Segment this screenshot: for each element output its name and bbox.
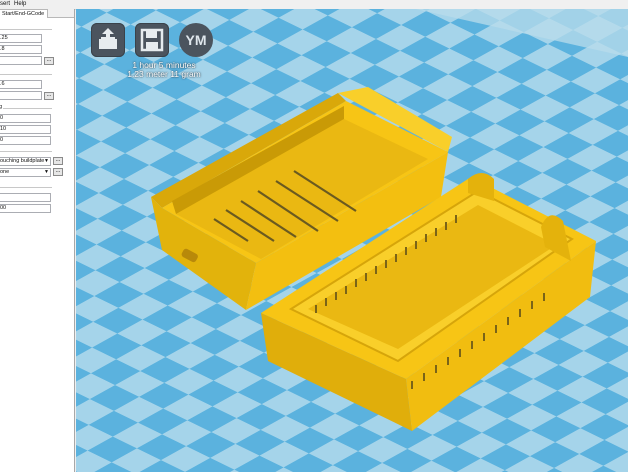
- separator: [0, 74, 52, 75]
- section-label: g: [0, 104, 2, 110]
- chevron-down-icon: ▼: [44, 169, 49, 175]
- setting-field-10[interactable]: 00: [0, 204, 51, 213]
- settings-panel: Start/End-GCode .25 .8 ... .6 ... g 0 10…: [0, 9, 75, 472]
- save-disk-icon: [140, 28, 164, 52]
- youmagine-button[interactable]: YM: [179, 23, 213, 57]
- setting-field-8[interactable]: 0: [0, 136, 51, 145]
- separator: [3, 108, 52, 109]
- setting-field-9[interactable]: [0, 193, 51, 202]
- tab-strip: Start/End-GCode: [0, 9, 74, 18]
- setting-field-6[interactable]: 0: [0, 114, 51, 123]
- separator: [0, 29, 52, 30]
- menu-item-insert[interactable]: sert: [0, 1, 10, 7]
- support-type-value: ouching buildplate: [0, 158, 45, 164]
- setting-field-3[interactable]: [0, 56, 42, 65]
- adhesion-type-select[interactable]: one ▼: [0, 168, 51, 177]
- more-button-2[interactable]: ...: [44, 92, 54, 100]
- setting-field-5[interactable]: [0, 91, 42, 100]
- setting-field-7[interactable]: 10: [0, 125, 51, 134]
- support-more-button[interactable]: ...: [53, 157, 63, 165]
- setting-field-2[interactable]: .8: [0, 45, 42, 54]
- youmagine-label: YM: [185, 32, 207, 48]
- setting-field-1[interactable]: .25: [0, 34, 42, 43]
- separator: [0, 151, 52, 152]
- separator: [0, 187, 52, 188]
- print-material-text: 1.23 meter 11 gram: [127, 69, 201, 79]
- setting-field-4[interactable]: .6: [0, 80, 42, 89]
- chevron-down-icon: ▼: [44, 158, 49, 164]
- 3d-viewport[interactable]: YM 1 hour 5 minutes 1.23 meter 11 gram: [76, 9, 628, 472]
- menu-item-help[interactable]: Help: [14, 1, 26, 7]
- more-button-1[interactable]: ...: [44, 57, 54, 65]
- tab-start-end-gcode[interactable]: Start/End-GCode: [0, 9, 49, 18]
- load-model-icon: [99, 28, 117, 49]
- adhesion-type-value: one: [0, 169, 10, 175]
- load-model-button[interactable]: [91, 23, 125, 57]
- adhesion-more-button[interactable]: ...: [53, 168, 63, 176]
- support-type-select[interactable]: ouching buildplate ▼: [0, 157, 51, 166]
- save-gcode-button[interactable]: [135, 23, 169, 57]
